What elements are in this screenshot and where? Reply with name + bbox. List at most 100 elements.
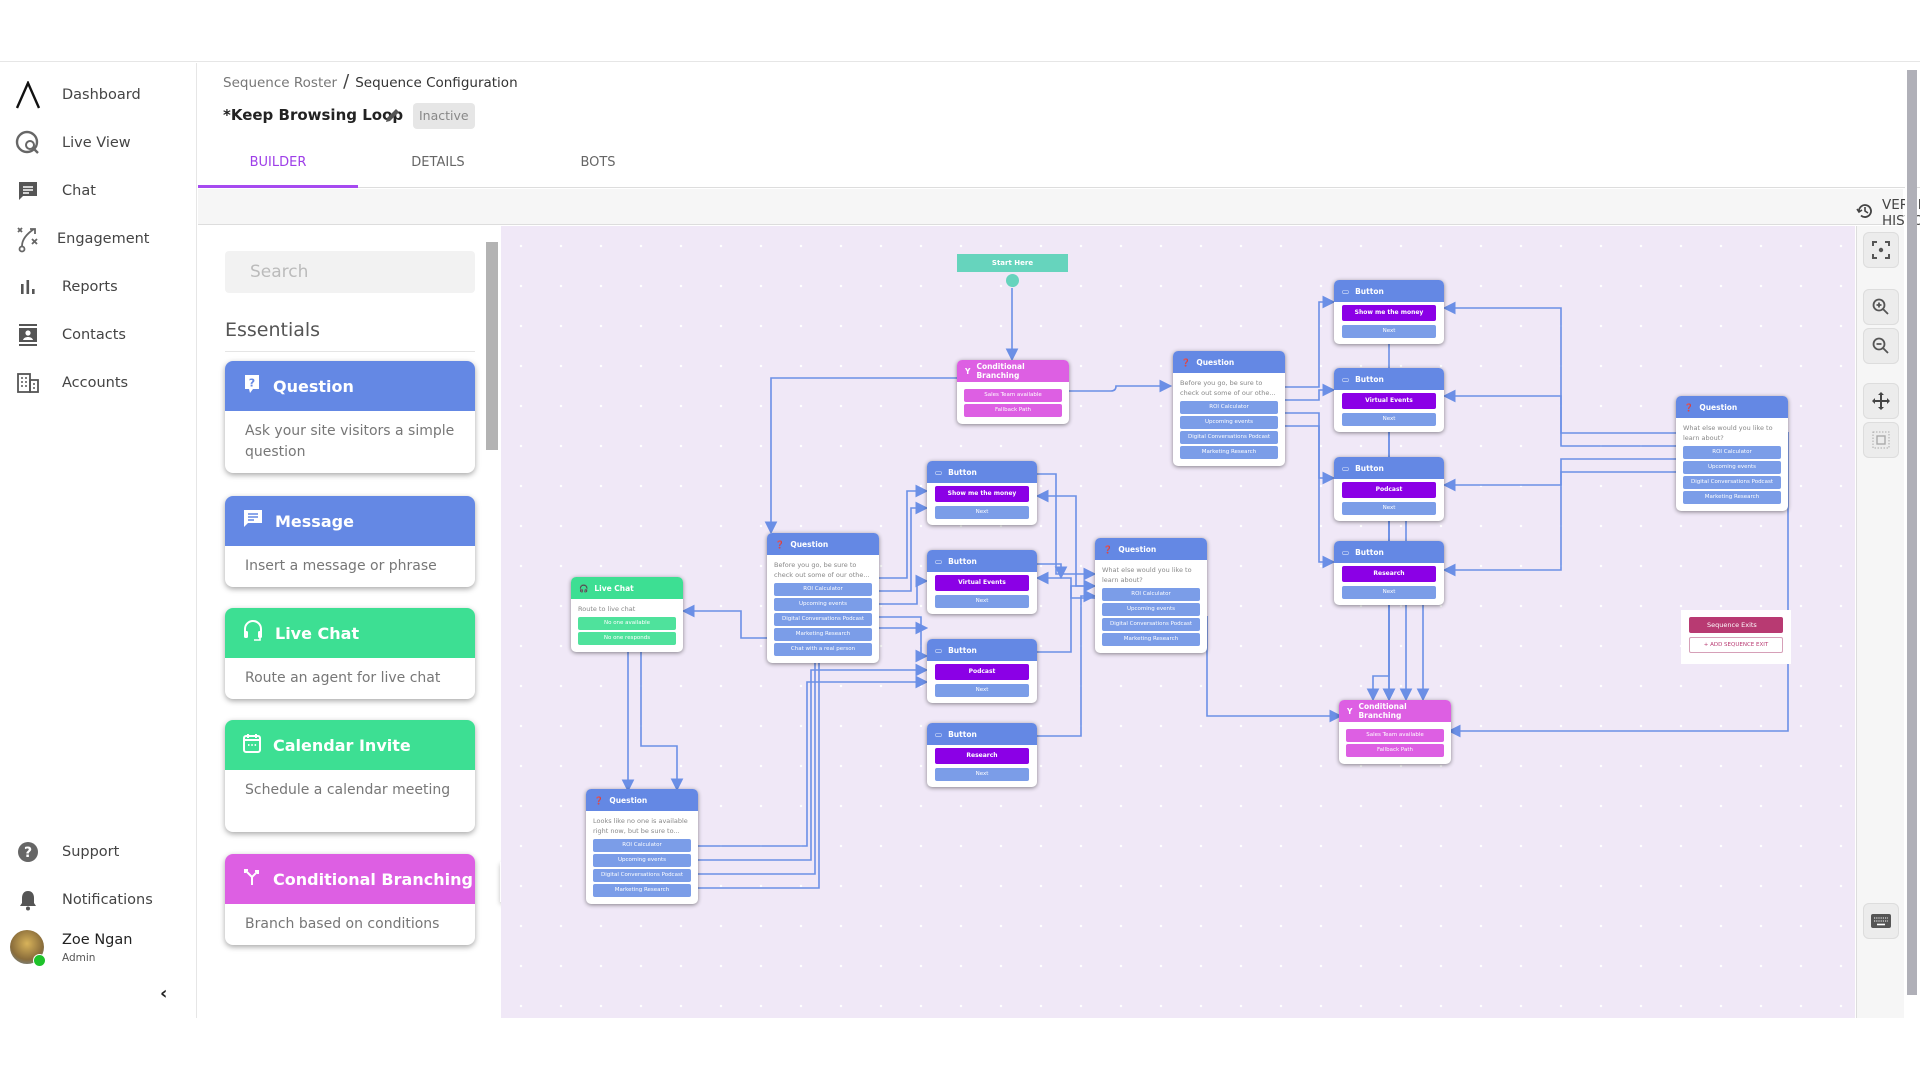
answer-option[interactable]: ROI Calculator xyxy=(1683,446,1781,459)
cta-button[interactable]: Podcast xyxy=(935,664,1029,680)
scrollbar-thumb[interactable] xyxy=(1907,70,1917,995)
collapse-nav-chevron-icon[interactable]: ‹ xyxy=(160,983,167,1004)
cta-button[interactable]: Show me the money xyxy=(1342,305,1436,321)
nav-item-live-view[interactable]: Live View xyxy=(0,123,197,163)
button-icon: ▭ xyxy=(1342,374,1350,384)
button-node[interactable]: ▭ Button Virtual Events Next xyxy=(927,550,1037,614)
tab-details[interactable]: DETAILS xyxy=(358,148,518,188)
tab-bots[interactable]: BOTS xyxy=(518,148,678,188)
nav-item-chat[interactable]: Chat xyxy=(0,171,197,211)
next-option[interactable]: Next xyxy=(935,506,1029,519)
answer-option[interactable]: Upcoming events xyxy=(774,598,872,611)
pan-move-icon[interactable] xyxy=(1863,383,1899,419)
start-connector-dot[interactable] xyxy=(1006,274,1019,287)
answer-option[interactable]: Upcoming events xyxy=(1180,416,1278,429)
flow-canvas[interactable]: Start Here Y Conditional Branching Sales … xyxy=(501,226,1855,1018)
palette-card-live-chat[interactable]: Live Chat Route an agent for live chat xyxy=(225,608,475,699)
page-scrollbar[interactable] xyxy=(1905,70,1917,1000)
answer-option[interactable]: Digital Conversations Podcast xyxy=(1683,476,1781,489)
cta-button[interactable]: Virtual Events xyxy=(1342,393,1436,409)
next-option[interactable]: Next xyxy=(1342,325,1436,338)
cta-button[interactable]: Virtual Events xyxy=(935,575,1029,591)
answer-option[interactable]: Marketing Research xyxy=(1102,633,1200,646)
live-chat-node[interactable]: 🎧 Live Chat Route to live chat No one ava… xyxy=(571,577,683,652)
answer-option[interactable]: ROI Calculator xyxy=(1180,401,1278,414)
answer-option[interactable]: Upcoming events xyxy=(1683,461,1781,474)
answer-option[interactable]: ROI Calculator xyxy=(593,839,691,852)
answer-option[interactable]: Upcoming events xyxy=(1102,603,1200,616)
card-description: Route an agent for live chat xyxy=(245,670,441,686)
question-node[interactable]: ❓ Question Looks like no one is available… xyxy=(586,789,698,904)
breadcrumb-current: Sequence Configuration xyxy=(355,75,518,91)
button-node[interactable]: ▭ Button Show me the money Next xyxy=(927,461,1037,525)
edit-pencil-icon[interactable] xyxy=(384,106,404,126)
answer-option[interactable]: Marketing Research xyxy=(593,884,691,897)
nav-item-dashboard[interactable]: Dashboard xyxy=(0,75,197,115)
cta-button[interactable]: Podcast xyxy=(1342,482,1436,498)
conditional-branching-node[interactable]: Y Conditional Branching Sales Team availa… xyxy=(1339,700,1451,764)
nav-item-accounts[interactable]: Accounts xyxy=(0,363,197,403)
nav-item-support[interactable]: ? Support xyxy=(0,832,197,872)
next-option[interactable]: Next xyxy=(935,684,1029,697)
answer-option[interactable]: Digital Conversations Podcast xyxy=(774,613,872,626)
answer-option[interactable]: Marketing Research xyxy=(1180,446,1278,459)
nav-item-engagement[interactable]: Engagement xyxy=(0,219,197,259)
branch-option[interactable]: Sales Team available xyxy=(1346,729,1444,742)
live-chat-option[interactable]: No one available xyxy=(578,617,676,630)
keyboard-shortcuts-icon[interactable] xyxy=(1863,903,1899,939)
question-node[interactable]: ❓ Question Before you go, be sure to chec… xyxy=(1173,351,1285,466)
answer-option[interactable]: Chat with a real person xyxy=(774,643,872,656)
question-node[interactable]: ❓ Question What else would you like to le… xyxy=(1095,538,1207,653)
zoom-out-icon[interactable] xyxy=(1863,328,1899,364)
branch-option[interactable]: Sales Team available xyxy=(964,389,1062,402)
answer-option[interactable]: Upcoming events xyxy=(593,854,691,867)
nav-item-notifications[interactable]: Notifications xyxy=(0,880,197,920)
button-node[interactable]: ▭ Button Virtual Events Next xyxy=(1334,368,1444,432)
add-sequence-exit-button[interactable]: + ADD SEQUENCE EXIT xyxy=(1689,637,1783,653)
user-profile[interactable]: Zoe Ngan Admin xyxy=(10,930,195,974)
node-header: ▭ Button xyxy=(1334,541,1444,563)
next-option[interactable]: Next xyxy=(935,595,1029,608)
live-chat-option[interactable]: No one responds xyxy=(578,632,676,645)
question-node[interactable]: ❓ Question Before you go, be sure to chec… xyxy=(767,533,879,663)
answer-option[interactable]: ROI Calculator xyxy=(774,583,872,596)
tab-builder[interactable]: BUILDER xyxy=(198,148,358,188)
answer-option[interactable]: Marketing Research xyxy=(1683,491,1781,504)
start-here-node[interactable]: Start Here xyxy=(957,254,1068,272)
button-node[interactable]: ▭ Button Podcast Next xyxy=(1334,457,1444,521)
branch-option[interactable]: Fallback Path xyxy=(1346,744,1444,757)
button-node[interactable]: ▭ Button Podcast Next xyxy=(927,639,1037,703)
palette-scrollbar[interactable] xyxy=(486,242,498,450)
nav-item-contacts[interactable]: Contacts xyxy=(0,315,197,355)
answer-option[interactable]: Digital Conversations Podcast xyxy=(1180,431,1278,444)
question-node[interactable]: ❓ Question What else would you like to le… xyxy=(1676,396,1788,511)
palette-search-input[interactable] xyxy=(225,251,475,293)
nav-item-reports[interactable]: Reports xyxy=(0,267,197,307)
answer-option[interactable]: ROI Calculator xyxy=(1102,588,1200,601)
conditional-branching-node[interactable]: Y Conditional Branching Sales Team availa… xyxy=(957,360,1069,424)
button-node[interactable]: ▭ Button Show me the money Next xyxy=(1334,280,1444,344)
next-option[interactable]: Next xyxy=(935,768,1029,781)
next-option[interactable]: Next xyxy=(1342,586,1436,599)
button-node[interactable]: ▭ Button Research Next xyxy=(1334,541,1444,605)
next-option[interactable]: Next xyxy=(1342,413,1436,426)
connection-wire xyxy=(879,574,929,605)
palette-card-message[interactable]: Message Insert a message or phrase xyxy=(225,496,475,587)
palette-card-conditional-branching[interactable]: Conditional Branching Branch based on co… xyxy=(225,854,475,945)
cta-button[interactable]: Research xyxy=(935,748,1029,764)
breadcrumb-link[interactable]: Sequence Roster xyxy=(223,75,337,91)
next-option[interactable]: Next xyxy=(1342,502,1436,515)
branch-option[interactable]: Fallback Path xyxy=(964,404,1062,417)
answer-option[interactable]: Digital Conversations Podcast xyxy=(593,869,691,882)
palette-card-calendar-invite[interactable]: Calendar Invite Schedule a calendar meet… xyxy=(225,720,475,832)
cta-button[interactable]: Show me the money xyxy=(935,486,1029,502)
answer-option[interactable]: Digital Conversations Podcast xyxy=(1102,618,1200,631)
zoom-in-icon[interactable] xyxy=(1863,289,1899,325)
palette-card-question[interactable]: ? Question Ask your site visitors a simp… xyxy=(225,361,475,473)
fit-view-focus-icon[interactable] xyxy=(1863,232,1899,268)
question-icon: ? xyxy=(243,374,261,398)
cta-button[interactable]: Research xyxy=(1342,566,1436,582)
answer-option[interactable]: Marketing Research xyxy=(774,628,872,641)
button-node[interactable]: ▭ Button Research Next xyxy=(927,723,1037,787)
select-area-icon[interactable] xyxy=(1863,422,1899,458)
